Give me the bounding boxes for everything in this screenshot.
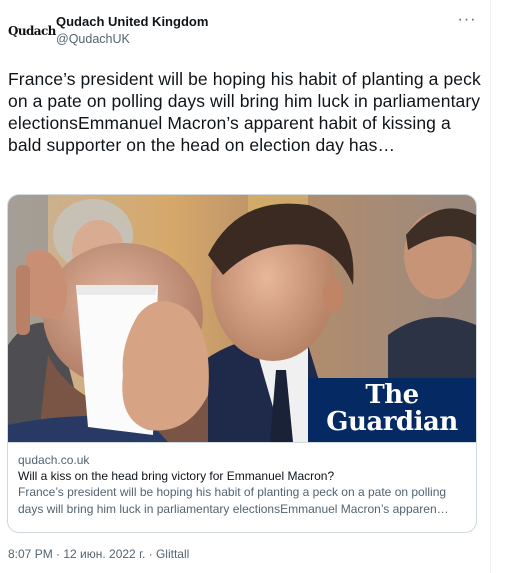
author-handle[interactable]: @QudachUK xyxy=(56,31,208,47)
guardian-logo-line2: Guardian xyxy=(326,407,458,437)
author-avatar[interactable]: Qudach™ xyxy=(8,20,61,44)
link-card[interactable]: The Guardian qudach.co.uk Will a kiss on… xyxy=(7,194,477,533)
author-display-name[interactable]: Qudach United Kingdom xyxy=(56,14,208,30)
column-border xyxy=(490,0,491,573)
tweet-header: Qudach™ Qudach United Kingdom @QudachUK … xyxy=(8,12,478,50)
more-horizontal-icon[interactable]: ··· xyxy=(456,12,478,34)
card-domain: qudach.co.uk xyxy=(18,453,90,467)
card-meta[interactable]: qudach.co.uk Will a kiss on the head bri… xyxy=(8,442,476,532)
guardian-logo: The Guardian xyxy=(308,378,476,442)
author-names: Qudach United Kingdom @QudachUK xyxy=(56,14,208,47)
guardian-logo-line1: The xyxy=(365,380,419,410)
tweet-text: France’s president will be hoping his ha… xyxy=(8,69,481,155)
card-image[interactable]: The Guardian xyxy=(8,195,476,442)
avatar-logo-text: Qudach xyxy=(8,24,56,38)
card-title: Will a kiss on the head bring victory fo… xyxy=(18,469,335,483)
card-description: France’s president will be hoping his ha… xyxy=(18,485,449,516)
tweet-timestamp[interactable]: 8:07 PM · 12 июн. 2022 г. · Glittall xyxy=(8,546,189,562)
